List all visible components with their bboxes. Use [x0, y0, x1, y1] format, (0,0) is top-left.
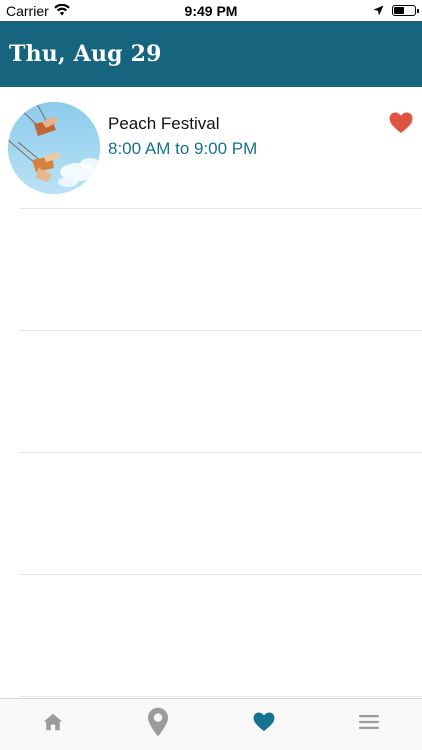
- home-icon: [43, 713, 63, 736]
- carrier-label: Carrier: [6, 2, 49, 19]
- favorite-heart-icon[interactable]: [389, 112, 413, 134]
- status-bar: Carrier 9:49 PM: [0, 0, 422, 21]
- status-left: Carrier: [6, 3, 70, 19]
- empty-row: [0, 331, 422, 453]
- tab-favorites[interactable]: [234, 705, 294, 745]
- event-list: Peach Festival 8:00 AM to 9:00 PM: [0, 87, 422, 697]
- row-divider: [20, 696, 422, 697]
- header-bar: Thu, Aug 29: [0, 21, 422, 87]
- heart-icon: [253, 712, 275, 737]
- wifi-icon: [53, 3, 70, 19]
- event-image: [8, 102, 100, 194]
- battery-level: [394, 7, 404, 14]
- swing-ride-photo-icon: [8, 102, 100, 194]
- empty-row: [0, 453, 422, 575]
- empty-row: [0, 575, 422, 697]
- event-title[interactable]: Peach Festival: [108, 114, 220, 134]
- status-right: [373, 3, 419, 19]
- favorites-screen: Carrier 9:49 PM Thu, Aug 29 Peach Festiv…: [0, 0, 422, 750]
- event-time: 8:00 AM to 9:00 PM: [108, 139, 258, 158]
- event-row[interactable]: Peach Festival 8:00 AM to 9:00 PM: [0, 87, 422, 209]
- tab-bar: [0, 698, 422, 750]
- tab-menu[interactable]: [339, 705, 399, 745]
- battery-icon: [392, 5, 419, 16]
- menu-icon: [358, 714, 380, 735]
- page-title: Thu, Aug 29: [9, 41, 162, 67]
- empty-row: [0, 209, 422, 331]
- map-pin-icon: [147, 707, 169, 742]
- tab-map[interactable]: [128, 705, 188, 745]
- location-arrow-icon: [373, 3, 384, 19]
- tab-home[interactable]: [23, 705, 83, 745]
